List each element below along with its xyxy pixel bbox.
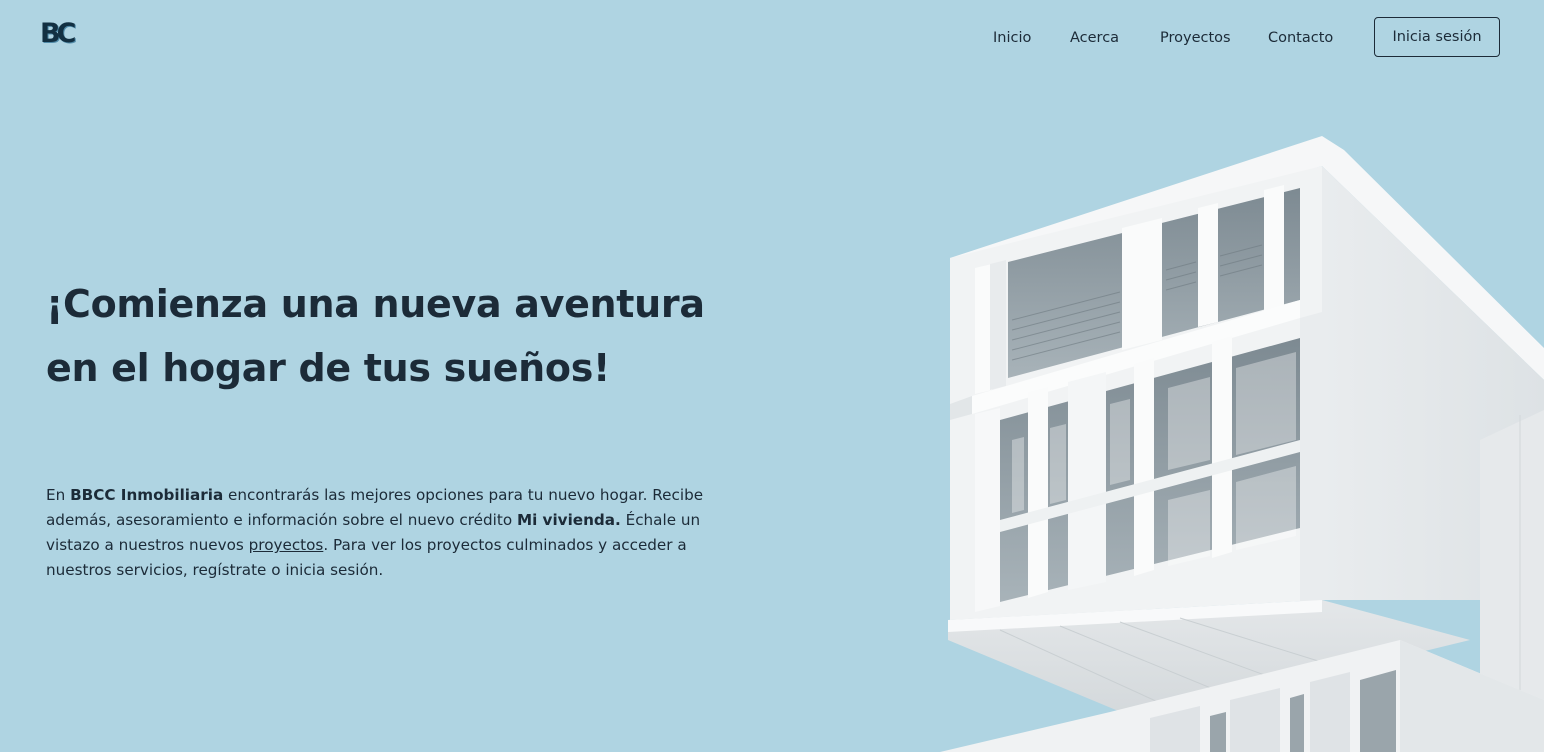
nav-link-proyectos[interactable]: Proyectos (1160, 28, 1231, 48)
projects-link[interactable]: proyectos (249, 536, 324, 554)
hero-description: En BBCC Inmobiliaria encontrarás las mej… (46, 483, 746, 583)
hero-text-part: En (46, 486, 71, 504)
brand-name: BBCC Inmobiliaria (70, 486, 224, 504)
credit-name: Mi vivienda. (516, 511, 621, 529)
main-nav: Inicio Acerca Proyectos Contacto (0, 28, 1544, 48)
login-button[interactable]: Inicia sesión (1374, 17, 1500, 57)
landing-page: BC Inicio Acerca Proyectos Contacto Inic… (0, 0, 1544, 752)
nav-link-contacto[interactable]: Contacto (1268, 28, 1333, 48)
nav-link-acerca[interactable]: Acerca (1070, 28, 1119, 48)
nav-link-inicio[interactable]: Inicio (993, 28, 1031, 48)
hero-title: ¡Comienza una nueva aventura en el hogar… (46, 282, 705, 390)
building-image (940, 136, 1544, 752)
